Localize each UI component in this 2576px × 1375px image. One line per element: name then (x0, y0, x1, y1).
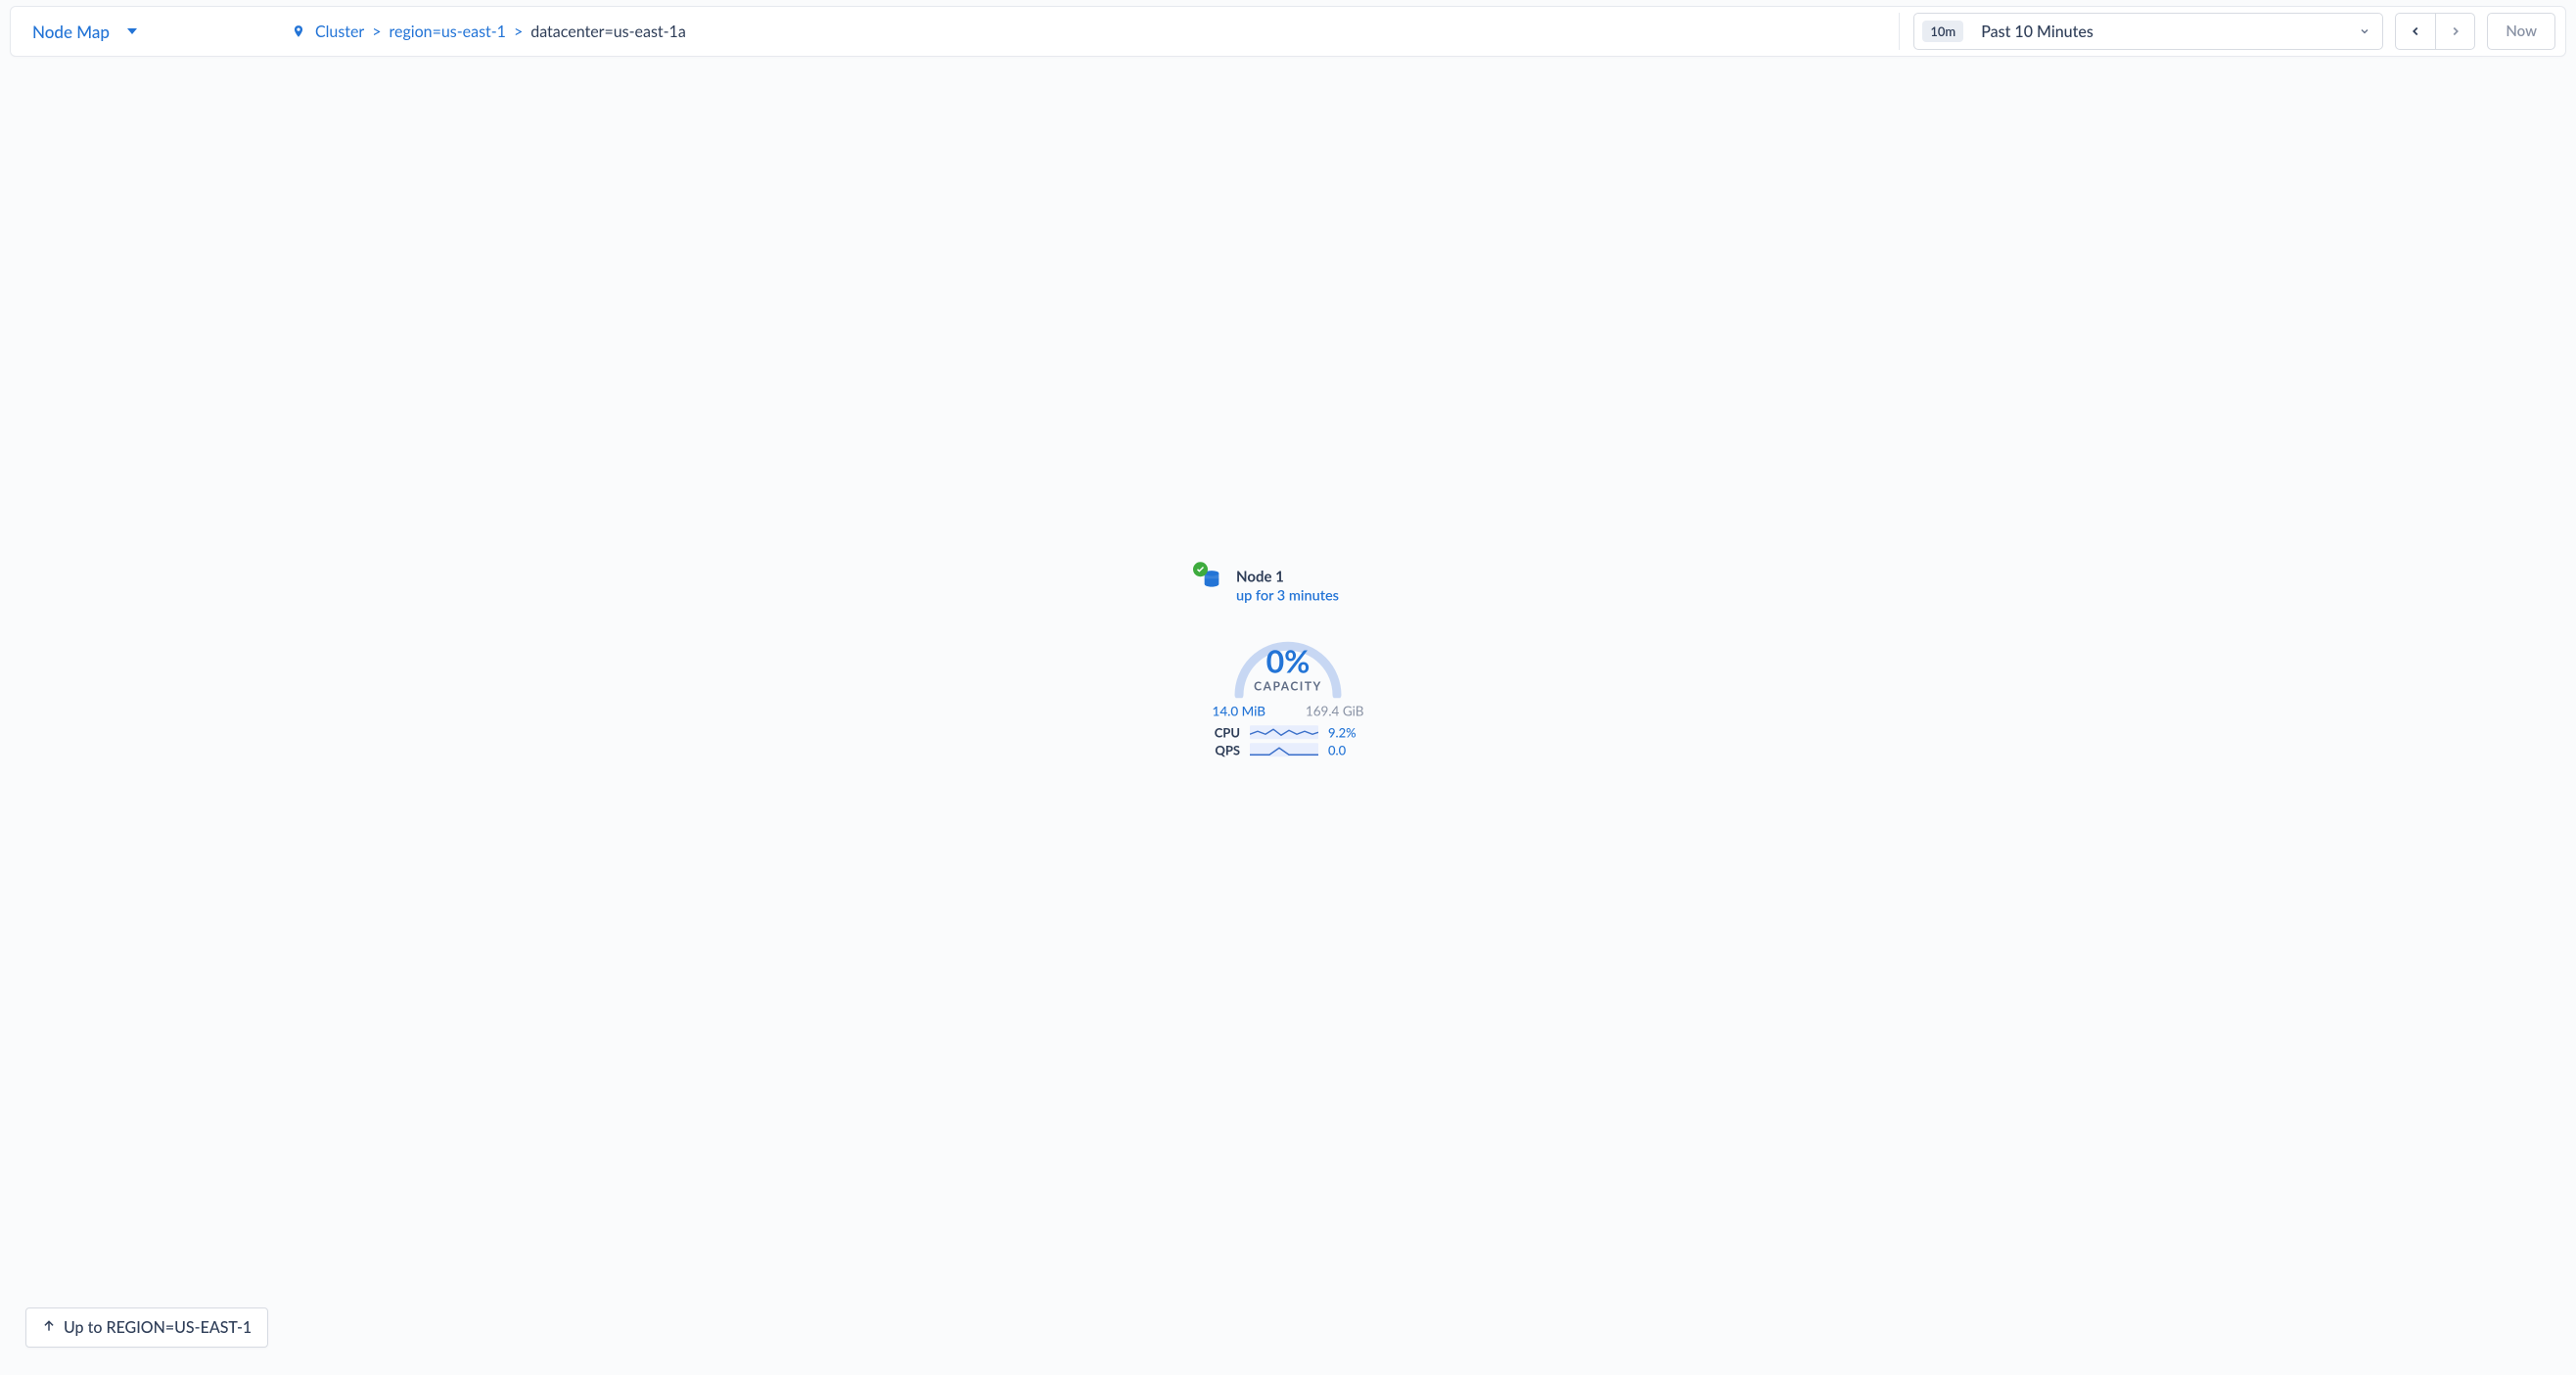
up-level-label: Up to REGION=US-EAST-1 (64, 1318, 252, 1337)
capacity-row: 14.0 MiB 169.4 GiB (1213, 703, 1364, 718)
metric-label: QPS (1209, 742, 1240, 757)
view-selector[interactable]: Node Map (11, 7, 155, 56)
time-range-label: Past 10 Minutes (1981, 23, 2359, 41)
node-header: Node 1 up for 3 minutes (1201, 568, 1367, 604)
chevron-down-icon (2359, 23, 2370, 40)
arrow-up-icon (42, 1318, 56, 1337)
divider (1899, 13, 1900, 50)
up-level-button[interactable]: Up to REGION=US-EAST-1 (25, 1307, 268, 1348)
next-button[interactable] (2435, 14, 2474, 49)
prev-button[interactable] (2396, 14, 2435, 49)
metric-cpu-row: CPU 9.2% (1209, 724, 1367, 740)
time-range-chip: 10m (1922, 21, 1963, 42)
node-card[interactable]: Node 1 up for 3 minutes 0% CAPACITY 14.0… (1209, 568, 1367, 759)
breadcrumb-sep: > (512, 23, 525, 41)
breadcrumb-sep: > (370, 23, 383, 41)
breadcrumb-root[interactable]: Cluster (315, 23, 364, 41)
caret-down-icon (127, 28, 137, 34)
topbar-right: 10m Past 10 Minutes Now (1913, 7, 2565, 56)
time-range-selector[interactable]: 10m Past 10 Minutes (1913, 13, 2383, 50)
breadcrumb-datacenter: datacenter=us-east-1a (530, 23, 686, 41)
node-icon (1201, 568, 1226, 594)
capacity-used: 14.0 MiB (1213, 703, 1266, 718)
breadcrumb-region[interactable]: region=us-east-1 (390, 23, 506, 41)
metric-value: 9.2% (1328, 724, 1367, 740)
pin-icon (292, 23, 305, 40)
breadcrumb: Cluster > region=us-east-1 > datacenter=… (155, 7, 1895, 56)
sparkline-cpu (1250, 725, 1318, 739)
capacity-gauge: 0% CAPACITY (1224, 612, 1352, 701)
capacity-percent: 0% (1224, 641, 1352, 679)
view-selector-label: Node Map (32, 22, 110, 42)
top-bar: Node Map Cluster > region=us-east-1 > da… (10, 6, 2566, 57)
metric-qps-row: QPS 0.0 (1209, 742, 1367, 757)
now-button-label: Now (2506, 23, 2537, 40)
now-button[interactable]: Now (2487, 13, 2555, 50)
node-title: Node 1 (1236, 568, 1339, 587)
capacity-caption: CAPACITY (1224, 678, 1352, 693)
metric-value: 0.0 (1328, 742, 1367, 757)
status-healthy-icon (1193, 562, 1208, 576)
node-map-canvas[interactable]: Node 1 up for 3 minutes 0% CAPACITY 14.0… (0, 63, 2576, 1369)
time-nav-pair (2395, 13, 2475, 50)
capacity-total: 169.4 GiB (1306, 703, 1364, 718)
database-icon (1201, 577, 1222, 594)
metric-label: CPU (1209, 724, 1240, 740)
sparkline-qps (1250, 743, 1318, 756)
node-uptime: up for 3 minutes (1236, 587, 1339, 604)
